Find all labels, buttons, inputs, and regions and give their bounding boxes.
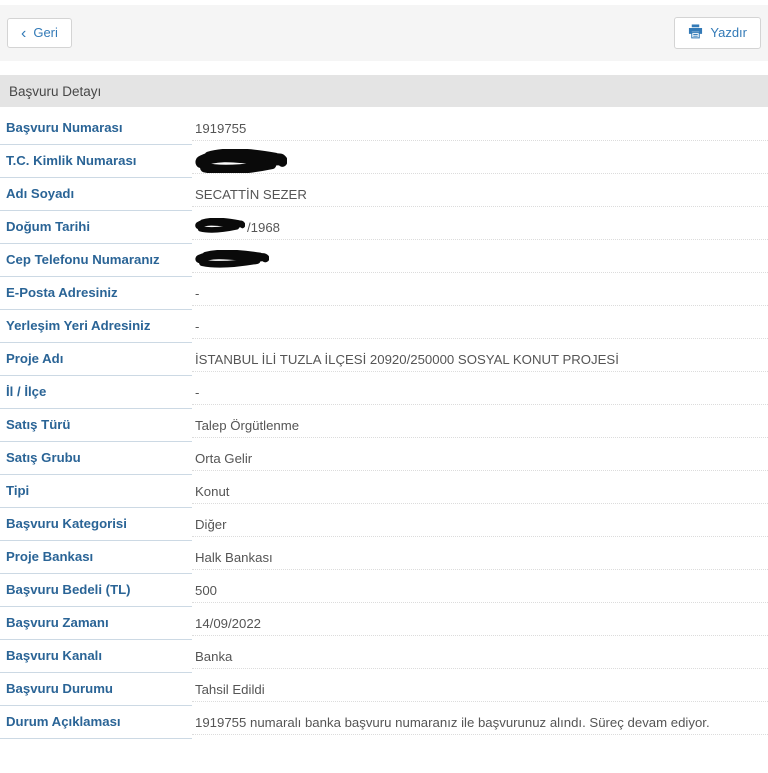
row-value-text: Diğer: [195, 517, 227, 533]
row-value: 1919755: [192, 112, 768, 141]
detail-row: Cep Telefonu Numaranız: [0, 244, 768, 277]
row-value: -: [192, 277, 768, 306]
row-value: İSTANBUL İLİ TUZLA İLÇESİ 20920/250000 S…: [192, 343, 768, 372]
row-label: Tipi: [0, 475, 192, 508]
row-value-text: Halk Bankası: [195, 550, 273, 566]
row-value: Orta Gelir: [192, 442, 768, 471]
row-value-text: Banka: [195, 649, 233, 665]
row-value-text: Orta Gelir: [195, 451, 253, 467]
detail-row: Başvuru Durumu Tahsil Edildi: [0, 673, 768, 706]
back-button-label: Geri: [33, 25, 58, 41]
print-button-label: Yazdır: [710, 25, 747, 41]
row-value: [192, 244, 768, 273]
row-label: Başvuru Durumu: [0, 673, 192, 706]
row-value-text: -: [195, 319, 200, 335]
row-label: Başvuru Kategorisi: [0, 508, 192, 541]
chevron-left-icon: ‹: [21, 24, 27, 42]
row-value: 500: [192, 574, 768, 603]
row-value: Tahsil Edildi: [192, 673, 768, 702]
row-label: Başvuru Kanalı: [0, 640, 192, 673]
row-value: Konut: [192, 475, 768, 504]
row-value: -: [192, 376, 768, 405]
row-value-text: -: [195, 286, 200, 302]
row-label: Durum Açıklaması: [0, 706, 192, 739]
section-header: Başvuru Detayı: [0, 75, 768, 107]
row-label: Satış Türü: [0, 409, 192, 442]
print-button[interactable]: Yazdır: [674, 16, 761, 50]
detail-row: Başvuru Numarası 1919755: [0, 112, 768, 145]
row-value: SECATTİN SEZER: [192, 178, 768, 207]
row-value: [192, 145, 768, 174]
redaction-scribble: [195, 149, 287, 173]
row-label: T.C. Kimlik Numarası: [0, 145, 192, 178]
row-value: Diğer: [192, 508, 768, 537]
detail-row: Adı Soyadı SECATTİN SEZER: [0, 178, 768, 211]
row-value: 1919755 numaralı banka başvuru numaranız…: [192, 706, 768, 735]
row-label: Adı Soyadı: [0, 178, 192, 211]
detail-row: T.C. Kimlik Numarası: [0, 145, 768, 178]
detail-row: Başvuru Kanalı Banka: [0, 640, 768, 673]
row-value-text: 14/09/2022: [195, 616, 262, 632]
detail-row: Proje Adı İSTANBUL İLİ TUZLA İLÇESİ 2092…: [0, 343, 768, 376]
row-label: Cep Telefonu Numaranız: [0, 244, 192, 277]
row-value: 14/09/2022: [192, 607, 768, 636]
detail-row: Yerleşim Yeri Adresiniz -: [0, 310, 768, 343]
row-label: Proje Bankası: [0, 541, 192, 574]
row-label: Başvuru Bedeli (TL): [0, 574, 192, 607]
row-value: Banka: [192, 640, 768, 669]
row-label: Doğum Tarihi: [0, 211, 192, 244]
top-toolbar: ‹ Geri Yazdır: [0, 5, 768, 61]
detail-row: Doğum Tarihi /1968: [0, 211, 768, 244]
row-label: Yerleşim Yeri Adresiniz: [0, 310, 192, 343]
detail-row: Satış Türü Talep Örgütlenme: [0, 409, 768, 442]
row-value-text: Tahsil Edildi: [195, 682, 265, 698]
page-title: Başvuru Detayı: [9, 83, 102, 99]
detail-row: Satış Grubu Orta Gelir: [0, 442, 768, 475]
row-value-text: İSTANBUL İLİ TUZLA İLÇESİ 20920/250000 S…: [195, 352, 619, 368]
detail-row: Başvuru Kategorisi Diğer: [0, 508, 768, 541]
row-value-text: /1968: [247, 220, 281, 236]
row-value-text: Konut: [195, 484, 230, 500]
detail-row: Başvuru Zamanı 14/09/2022: [0, 607, 768, 640]
row-value: Halk Bankası: [192, 541, 768, 570]
detail-row: Durum Açıklaması 1919755 numaralı banka …: [0, 706, 768, 739]
detail-table: Başvuru Numarası 1919755 T.C. Kimlik Num…: [0, 112, 768, 739]
row-value-text: 1919755: [195, 121, 247, 137]
row-value: Talep Örgütlenme: [192, 409, 768, 438]
row-value-text: -: [195, 385, 200, 401]
row-value-text: 500: [195, 583, 218, 599]
redaction-scribble: [195, 249, 269, 268]
row-value-text: SECATTİN SEZER: [195, 187, 307, 203]
row-value-text: Talep Örgütlenme: [195, 418, 300, 434]
row-value-text: 1919755 numaralı banka başvuru numaranız…: [195, 715, 710, 731]
row-value: -: [192, 310, 768, 339]
redaction-scribble: [195, 218, 245, 233]
detail-row: Tipi Konut: [0, 475, 768, 508]
row-value: /1968: [192, 211, 768, 240]
printer-icon: [688, 24, 703, 43]
row-label: Proje Adı: [0, 343, 192, 376]
back-button[interactable]: ‹ Geri: [7, 18, 72, 48]
detail-row: İl / İlçe -: [0, 376, 768, 409]
detail-row: E-Posta Adresiniz -: [0, 277, 768, 310]
detail-row: Proje Bankası Halk Bankası: [0, 541, 768, 574]
row-label: Başvuru Zamanı: [0, 607, 192, 640]
row-label: E-Posta Adresiniz: [0, 277, 192, 310]
detail-row: Başvuru Bedeli (TL) 500: [0, 574, 768, 607]
row-label: İl / İlçe: [0, 376, 192, 409]
row-label: Başvuru Numarası: [0, 112, 192, 145]
row-label: Satış Grubu: [0, 442, 192, 475]
